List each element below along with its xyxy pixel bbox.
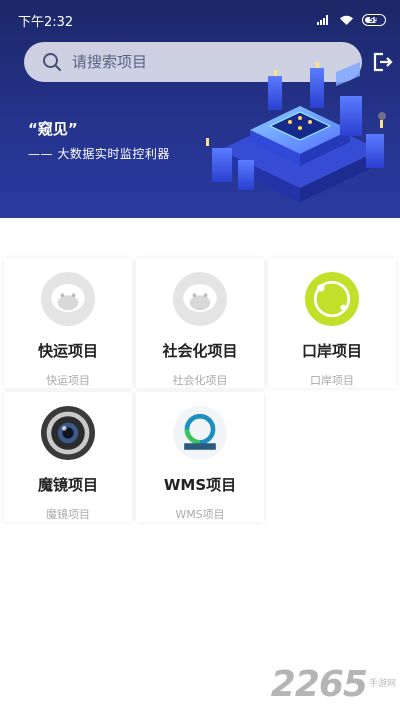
- camera-lens-icon: [41, 406, 95, 460]
- project-title: 快运项目: [37, 342, 98, 360]
- project-card-mirror[interactable]: 魔镜项目 魔镜项目: [4, 392, 132, 522]
- status-bar: 下午2:32 59: [0, 0, 400, 40]
- project-title: 口岸项目: [301, 342, 362, 360]
- battery-icon: 59: [362, 14, 386, 26]
- project-title: 社会化项目: [162, 342, 238, 360]
- project-card-wms[interactable]: WMS项目 WMS项目: [136, 392, 264, 522]
- project-card-port[interactable]: 口岸项目 口岸项目: [268, 258, 396, 388]
- project-subtitle: 魔镜项目: [46, 508, 90, 521]
- watermark-logo: 2265 手游网: [271, 664, 396, 705]
- watermark-number: 2265: [270, 664, 368, 705]
- banner-subtitle: —— 大数据实时监控利器: [28, 147, 170, 161]
- signal-icon: [317, 15, 331, 25]
- header-banner: 下午2:32 59 “窥见” —— 大数据实时监控利器: [0, 0, 400, 218]
- banner-slogan: “窥见” —— 大数据实时监控利器: [28, 118, 170, 162]
- project-title: WMS项目: [163, 476, 237, 494]
- status-icons: 59: [317, 14, 386, 26]
- project-card-social[interactable]: 社会化项目 社会化项目: [136, 258, 264, 388]
- project-subtitle: 口岸项目: [310, 374, 354, 387]
- project-card-kuaiyun[interactable]: 快运项目 快运项目: [4, 258, 132, 388]
- project-subtitle: 快运项目: [46, 374, 90, 387]
- wifi-icon: [340, 15, 353, 25]
- search-icon: [43, 53, 61, 71]
- lime-ring-icon: [305, 272, 359, 326]
- banner-title: “窥见”: [28, 120, 78, 138]
- project-title: 魔镜项目: [37, 476, 98, 494]
- status-time: 下午2:32: [18, 14, 74, 30]
- battery-level: 59: [369, 16, 379, 24]
- project-subtitle: 社会化项目: [172, 374, 228, 387]
- default-avatar-icon: [173, 272, 227, 326]
- watermark-site: 手游网: [368, 679, 396, 690]
- wms-logo-icon: [173, 406, 227, 460]
- isometric-city-illustration: [206, 62, 386, 202]
- project-subtitle: WMS项目: [175, 508, 225, 521]
- default-avatar-icon: [41, 272, 95, 326]
